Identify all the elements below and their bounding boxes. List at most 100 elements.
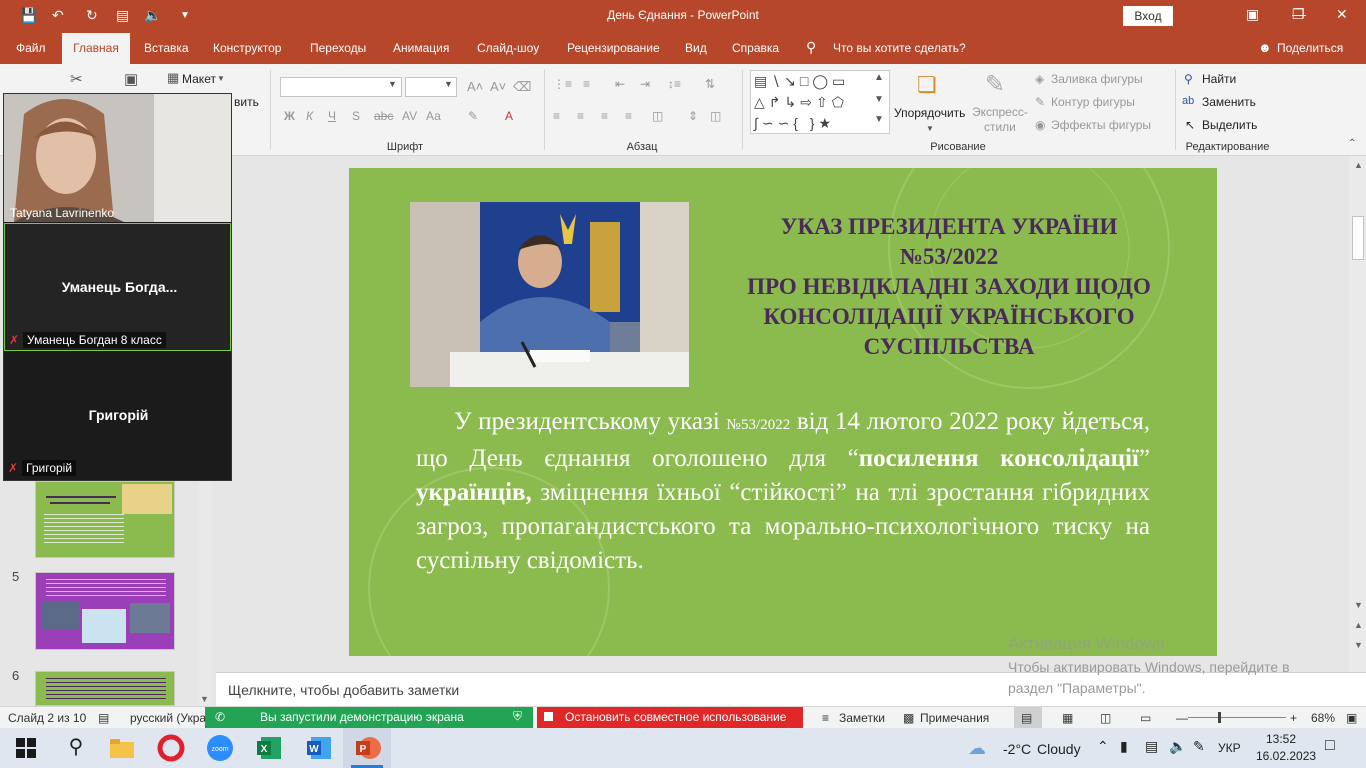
pen-icon[interactable]: ✎ [1193,738,1205,755]
participant-tile[interactable]: Уманець Богда... ✗ Уманець Богдан 8 клас… [4,223,231,351]
highlight-icon[interactable]: ✎ [468,109,478,123]
columns-icon[interactable]: ◫ [652,109,663,123]
decrease-font-icon[interactable]: A˅ [490,79,506,94]
shape-outline-button[interactable]: Контур фигуры [1051,95,1135,109]
tray-chevron-icon[interactable]: ⌃ [1097,738,1109,755]
scroll-down-icon[interactable]: ▼ [1354,600,1363,610]
layout-dropdown-icon[interactable]: ▼ [217,74,225,83]
notes-icon[interactable]: ≡ [822,711,829,725]
slide-sorter-icon[interactable]: ▦ [1062,711,1073,725]
clear-formatting-icon[interactable]: ⌫ [513,79,531,95]
next-slide-icon[interactable]: ▼ [1354,640,1363,650]
reset-slide-label[interactable]: вить [234,95,259,109]
align-left-icon[interactable]: ≡ [553,109,560,123]
bold-button[interactable]: Ж [284,109,295,123]
cut-icon[interactable]: ✂ [70,70,83,88]
slide-canvas[interactable]: УКАЗ ПРЕЗИДЕНТА УКРАЇНИ №53/2022 ПРО НЕВ… [349,168,1217,656]
align-right-icon[interactable]: ≡ [601,109,608,123]
editor-scrollbar[interactable]: ▲ ▼ ▲ ▼ [1350,156,1366,672]
notes-placeholder[interactable]: Щелкните, чтобы добавить заметки [228,682,459,698]
gallery-down-icon[interactable]: ▼ [874,94,884,105]
shape-effects-button[interactable]: Эффекты фигуры [1051,118,1151,132]
notifications-icon[interactable]: □ [1325,737,1335,755]
justify-icon[interactable]: ≡ [625,109,632,123]
increase-font-icon[interactable]: A˄ [467,79,483,94]
font-name-combo[interactable] [280,77,402,97]
notes-button[interactable]: Заметки [839,711,885,725]
clock-date[interactable]: 16.02.2023 [1256,749,1316,763]
arrange-icon[interactable]: ❏ [917,72,937,98]
tab-insert[interactable]: Вставка [144,41,189,55]
strikethrough-button[interactable]: S [352,109,360,123]
chevron-down-icon[interactable]: ▼ [926,124,934,133]
powerpoint-icon[interactable]: P [354,734,382,762]
prev-slide-icon[interactable]: ▲ [1354,620,1363,630]
stop-share-button[interactable]: Остановить совместное использование [537,707,803,728]
shape-effects-icon[interactable]: ◉ [1035,118,1045,132]
zoom-level[interactable]: 68% [1311,711,1335,725]
close-icon[interactable]: ✕ [1336,6,1348,23]
zoom-slider[interactable] [1188,717,1286,718]
weather-temp[interactable]: -2°C [1003,741,1031,757]
speaker-icon[interactable]: 🔈 [1169,738,1186,755]
new-slide-icon[interactable]: ▣ [124,70,138,88]
normal-view-icon[interactable]: ▤ [1021,711,1032,725]
replace-button[interactable]: Заменить [1202,95,1256,109]
input-language[interactable]: УКР [1218,741,1241,755]
ribbon-display-icon[interactable]: ▣ [1246,6,1259,23]
battery-icon[interactable]: ▮ [1120,738,1128,755]
reading-view-icon[interactable]: ◫ [1100,711,1111,725]
tab-review[interactable]: Рецензирование [567,41,660,55]
layout-icon[interactable]: ▦ [167,70,179,86]
slide-body-text[interactable]: У президентському указі №53/2022 від 14 … [416,405,1150,578]
file-explorer-icon[interactable] [108,734,136,762]
collapse-ribbon-icon[interactable]: ⌃ [1348,138,1356,149]
font-color-icon[interactable]: A [505,109,513,123]
scroll-up-icon[interactable]: ▲ [1354,160,1363,170]
bullets-icon[interactable]: ⋮≡ [553,77,572,91]
zoom-app-icon[interactable]: zoom [206,734,234,762]
shape-fill-button[interactable]: Заливка фигуры [1051,72,1143,86]
quick-styles-button[interactable]: Экспресс- стили [972,105,1028,135]
underline-button[interactable]: Ч [328,109,336,123]
slide-thumbnail-4[interactable] [35,481,175,558]
tell-me-search[interactable]: Что вы хотите сделать? [833,41,966,55]
comments-button[interactable]: Примечания [920,711,989,725]
chevron-down-icon[interactable]: ▼ [388,79,397,89]
tab-design[interactable]: Конструктор [213,41,281,55]
slide-title[interactable]: УКАЗ ПРЕЗИДЕНТА УКРАЇНИ №53/2022 ПРО НЕВ… [709,212,1189,362]
weather-desc[interactable]: Cloudy [1037,741,1081,757]
tab-help[interactable]: Справка [732,41,779,55]
shape-fill-icon[interactable]: ◈ [1035,72,1044,86]
gallery-up-icon[interactable]: ▲ [874,72,884,83]
maximize-icon[interactable]: ❐ [1292,6,1305,23]
line-spacing-icon[interactable]: ↕≡ [668,77,681,91]
language-indicator[interactable]: русский (Укра [130,711,206,725]
align-text-icon[interactable]: ⇕ [688,109,698,123]
network-icon[interactable]: ▤ [1145,738,1158,755]
select-button[interactable]: Выделить [1202,118,1257,132]
scroll-down-icon[interactable]: ▼ [200,694,209,704]
text-direction-icon[interactable]: ⇅ [705,77,715,91]
spacing-icon[interactable]: AV [402,109,417,123]
zoom-participants-panel[interactable]: Tatyana Lavrinenko Уманець Богда... ✗ Ум… [3,93,232,481]
select-icon[interactable]: ↖ [1185,118,1195,132]
tab-animations[interactable]: Анимация [393,41,449,55]
align-center-icon[interactable]: ≡ [577,109,584,123]
excel-icon[interactable]: X [255,734,283,762]
zoom-out-icon[interactable]: — [1176,711,1188,725]
change-case-button[interactable]: Аа [426,109,441,123]
spellcheck-icon[interactable]: ▤ [98,711,109,725]
tab-file[interactable]: Файл [16,41,46,55]
quick-styles-icon[interactable]: ✎ [985,70,1005,99]
slide-thumbnail-6[interactable] [35,671,175,706]
strikethrough-abc-icon[interactable]: abc [374,109,393,123]
comments-icon[interactable]: ▩ [903,711,914,725]
zoom-in-icon[interactable]: + [1290,711,1297,725]
participant-tile[interactable]: Григорій ✗ Григорій [4,352,231,480]
opera-icon[interactable] [157,734,185,762]
share-button[interactable]: Поделиться [1277,41,1343,55]
replace-icon[interactable]: ab [1182,95,1194,107]
tab-home[interactable]: Главная [62,33,130,64]
participant-video[interactable]: Tatyana Lavrinenko [4,94,231,222]
